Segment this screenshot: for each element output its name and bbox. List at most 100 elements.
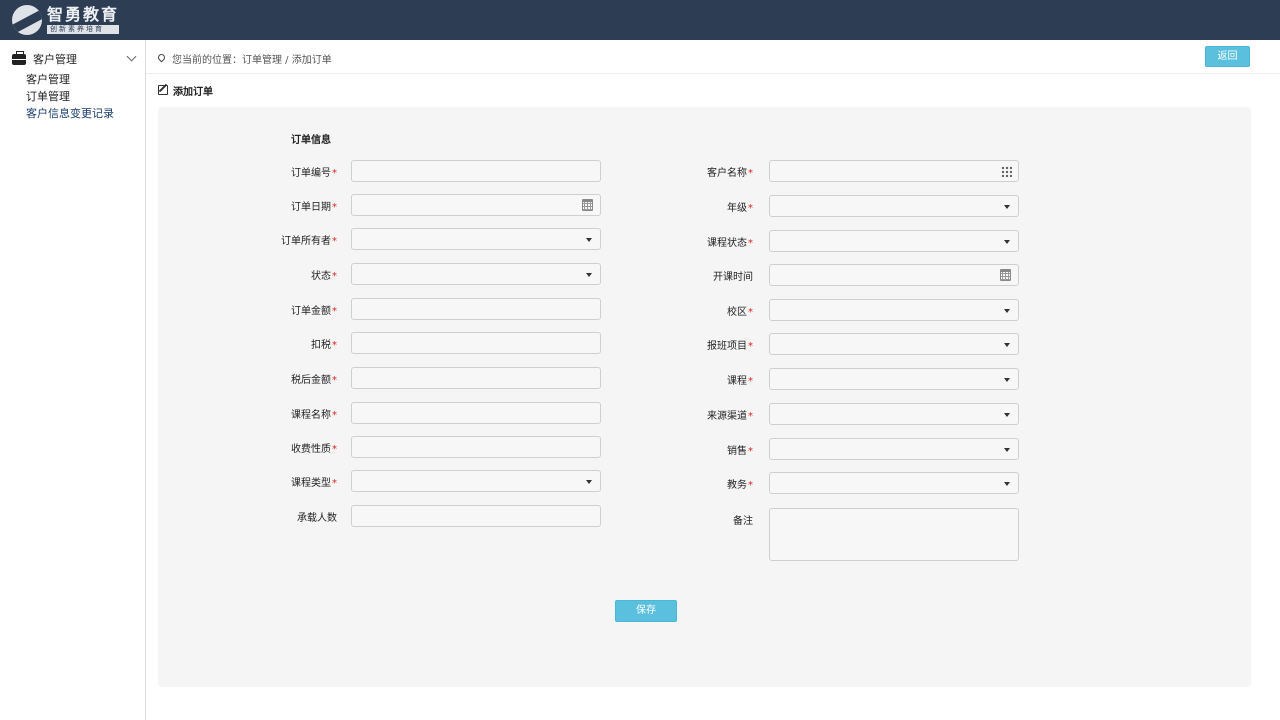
field-label: 校区* [673,303,753,318]
field-label: 扣税* [257,336,337,351]
field-label-text: 订单金额 [291,306,331,317]
text-input[interactable] [351,298,601,320]
field-label: 开课时间 [673,268,753,283]
field-label-text: 状态 [311,271,331,282]
required-marker: * [748,446,753,457]
calendar-icon[interactable] [582,199,593,211]
required-marker: * [332,340,337,351]
text-input[interactable] [351,402,601,424]
caret-down-icon[interactable] [1004,205,1010,209]
required-marker: * [332,375,337,386]
field-label: 课程类型* [257,474,337,489]
text-input[interactable] [351,332,601,354]
field-label: 来源渠道* [673,407,753,422]
divider [146,73,1280,74]
caret-down-icon[interactable] [1004,378,1010,382]
select-dropdown[interactable] [769,333,1019,355]
field-label-text: 扣税 [311,340,331,351]
select-dropdown[interactable] [769,403,1019,425]
top-bar: 智勇教育 创新素养培育 [0,0,1280,40]
field-label: 状态* [257,267,337,282]
section-title-label: 添加订单 [173,86,213,98]
field-label-text: 销售 [727,446,747,457]
edit-icon [158,85,168,95]
back-button[interactable]: 返回 [1205,46,1250,67]
field-label-text: 开课时间 [713,272,753,283]
field-label: 课程名称* [257,406,337,421]
field-label: 教务* [673,476,753,491]
logo[interactable]: 智勇教育 创新素养培育 [12,5,120,35]
sidebar-group-customer-management[interactable]: 客户管理 [12,50,138,67]
select-dropdown[interactable] [351,263,601,285]
field-label-text: 收费性质 [291,444,331,455]
breadcrumb-text: 您当前的位置：订单管理 / 添加订单 [172,54,332,66]
save-button[interactable]: 保存 [615,600,677,622]
chevron-down-icon[interactable] [126,51,137,62]
required-marker: * [748,480,753,491]
location-pin-icon [156,52,167,62]
field-label: 订单日期* [257,198,337,213]
field-label: 客户名称* [673,164,753,179]
field-label-text: 备注 [733,516,753,527]
caret-down-icon[interactable] [586,480,592,484]
caret-down-icon[interactable] [1004,482,1010,486]
required-marker: * [332,236,337,247]
field-label: 订单所有者* [257,232,337,247]
sidebar-item-order-management[interactable]: 订单管理 [26,88,114,105]
caret-down-icon[interactable] [1004,240,1010,244]
caret-down-icon[interactable] [1004,343,1010,347]
field-label-text: 客户名称 [707,168,747,179]
select-dropdown[interactable] [769,195,1019,217]
briefcase-icon [12,50,26,65]
select-dropdown[interactable] [351,228,601,250]
text-input[interactable] [351,505,601,527]
field-label: 承载人数 [257,509,337,524]
required-marker: * [748,411,753,422]
date-input[interactable] [769,264,1019,286]
text-input[interactable] [351,160,601,182]
field-label-text: 年级 [727,203,747,214]
remarks-textarea[interactable] [769,508,1019,561]
sidebar-item-customer-management[interactable]: 客户管理 [26,71,114,88]
field-label: 订单金额* [257,302,337,317]
text-input[interactable] [351,436,601,458]
field-label-text: 课程类型 [291,478,331,489]
select-dropdown[interactable] [769,368,1019,390]
grid-picker-icon[interactable] [1001,166,1012,177]
field-label: 销售* [673,442,753,457]
picker-input[interactable] [769,160,1019,182]
required-marker: * [332,444,337,455]
select-dropdown[interactable] [351,470,601,492]
select-dropdown[interactable] [769,472,1019,494]
required-marker: * [748,168,753,179]
field-label-text: 课程 [727,376,747,387]
caret-down-icon[interactable] [1004,448,1010,452]
field-label: 收费性质* [257,440,337,455]
required-marker: * [332,478,337,489]
caret-down-icon[interactable] [586,238,592,242]
select-dropdown[interactable] [769,438,1019,460]
required-marker: * [748,238,753,249]
field-label-text: 订单日期 [291,202,331,213]
required-marker: * [748,376,753,387]
required-marker: * [748,341,753,352]
caret-down-icon[interactable] [1004,413,1010,417]
caret-down-icon[interactable] [1004,309,1010,313]
field-label-text: 报班项目 [707,341,747,352]
required-marker: * [332,168,337,179]
select-dropdown[interactable] [769,230,1019,252]
sidebar-submenu: 客户管理 订单管理 客户信息变更记录 [26,71,114,122]
field-label: 课程状态* [673,234,753,249]
text-input[interactable] [351,367,601,389]
sidebar-item-customer-change-log[interactable]: 客户信息变更记录 [26,105,114,122]
section-title: 添加订单 [158,83,213,98]
field-label-text: 课程名称 [291,410,331,421]
form-panel [158,107,1251,687]
select-dropdown[interactable] [769,299,1019,321]
caret-down-icon[interactable] [586,273,592,277]
calendar-icon[interactable] [1000,269,1011,281]
field-label: 税后金额* [257,371,337,386]
date-input[interactable] [351,194,601,216]
field-label-text: 教务 [727,480,747,491]
form-group-title: 订单信息 [291,135,331,146]
